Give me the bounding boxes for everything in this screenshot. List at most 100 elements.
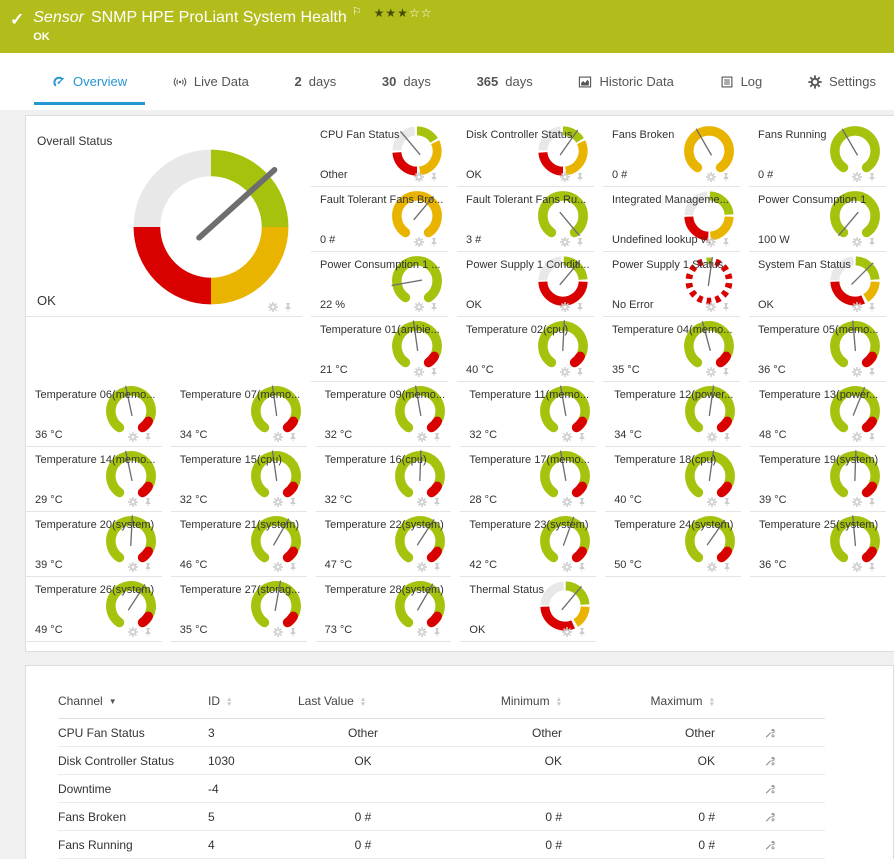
gear-icon[interactable] (852, 302, 862, 312)
gear-icon[interactable] (852, 237, 862, 247)
gear-icon[interactable] (707, 497, 717, 507)
tab-historic-data[interactable]: Historic Data (574, 53, 677, 110)
pin-icon[interactable] (867, 432, 877, 442)
tab-365-days[interactable]: 365days (473, 53, 537, 110)
gear-icon[interactable] (268, 302, 278, 312)
channel-settings-wrench-icon[interactable] (764, 782, 776, 796)
pin-icon[interactable] (722, 562, 732, 572)
column-header-id[interactable]: ID▲▼ (208, 688, 298, 719)
pin-icon[interactable] (143, 432, 153, 442)
pin-icon[interactable] (575, 237, 585, 247)
tab-settings[interactable]: Settings (804, 53, 880, 110)
pin-icon[interactable] (867, 497, 877, 507)
star-filled-icon[interactable]: ★ (397, 6, 409, 20)
pin-icon[interactable] (575, 302, 585, 312)
pin-icon[interactable] (867, 562, 877, 572)
gear-icon[interactable] (128, 432, 138, 442)
sort-both-icon[interactable]: ▲▼ (360, 697, 366, 707)
pin-icon[interactable] (575, 172, 585, 182)
pin-icon[interactable] (721, 172, 731, 182)
gear-icon[interactable] (852, 562, 862, 572)
pin-icon[interactable] (432, 497, 442, 507)
pin-icon[interactable] (432, 627, 442, 637)
pin-icon[interactable] (867, 172, 877, 182)
gear-icon[interactable] (562, 432, 572, 442)
pin-icon[interactable] (722, 497, 732, 507)
gear-icon[interactable] (852, 432, 862, 442)
gear-icon[interactable] (560, 237, 570, 247)
pin-icon[interactable] (429, 367, 439, 377)
pin-icon[interactable] (577, 562, 587, 572)
sort-both-icon[interactable]: ▲▼ (556, 697, 562, 707)
pin-icon[interactable] (429, 302, 439, 312)
gear-icon[interactable] (128, 497, 138, 507)
gear-icon[interactable] (273, 562, 283, 572)
gear-icon[interactable] (414, 237, 424, 247)
gear-icon[interactable] (273, 497, 283, 507)
gear-icon[interactable] (562, 562, 572, 572)
pin-icon[interactable] (577, 627, 587, 637)
pin-icon[interactable] (429, 172, 439, 182)
gear-icon[interactable] (852, 497, 862, 507)
channel-settings-wrench-icon[interactable] (764, 726, 776, 740)
pin-icon[interactable] (429, 237, 439, 247)
column-header-minimum[interactable]: Minimum▲▼ (428, 688, 562, 719)
gear-icon[interactable] (560, 172, 570, 182)
pin-icon[interactable] (288, 627, 298, 637)
sort-both-icon[interactable]: ▲▼ (226, 697, 232, 707)
pin-icon[interactable] (143, 627, 153, 637)
gear-icon[interactable] (560, 302, 570, 312)
gear-icon[interactable] (852, 367, 862, 377)
pin-icon[interactable] (867, 302, 877, 312)
gear-icon[interactable] (706, 367, 716, 377)
sort-desc-icon[interactable]: ▼ (109, 697, 117, 706)
pin-icon[interactable] (143, 497, 153, 507)
gear-icon[interactable] (417, 562, 427, 572)
gear-icon[interactable] (417, 497, 427, 507)
gear-icon[interactable] (562, 627, 572, 637)
pin-icon[interactable] (721, 302, 731, 312)
pin-icon[interactable] (721, 237, 731, 247)
column-header-last-value[interactable]: Last Value▲▼ (298, 688, 428, 719)
gear-icon[interactable] (706, 237, 716, 247)
pin-icon[interactable] (288, 562, 298, 572)
channel-settings-wrench-icon[interactable] (764, 754, 776, 768)
star-empty-icon[interactable]: ☆ (409, 6, 421, 20)
gear-icon[interactable] (414, 367, 424, 377)
flag-icon[interactable]: ⚐ (352, 5, 362, 18)
star-filled-icon[interactable]: ★ (385, 6, 397, 20)
pin-icon[interactable] (283, 302, 293, 312)
gear-icon[interactable] (706, 172, 716, 182)
pin-icon[interactable] (867, 367, 877, 377)
pin-icon[interactable] (288, 497, 298, 507)
tab-live-data[interactable]: Live Data (169, 53, 253, 110)
gear-icon[interactable] (417, 432, 427, 442)
gear-icon[interactable] (417, 627, 427, 637)
pin-icon[interactable] (143, 562, 153, 572)
channel-settings-wrench-icon[interactable] (764, 838, 776, 852)
gear-icon[interactable] (707, 432, 717, 442)
column-header-channel[interactable]: Channel▼ (58, 688, 208, 719)
pin-icon[interactable] (575, 367, 585, 377)
star-filled-icon[interactable]: ★ (374, 6, 386, 20)
tab-log[interactable]: Log (716, 53, 767, 110)
gear-icon[interactable] (273, 432, 283, 442)
sort-both-icon[interactable]: ▲▼ (709, 697, 715, 707)
tab-30-days[interactable]: 30days (378, 53, 435, 110)
pin-icon[interactable] (432, 562, 442, 572)
gear-icon[interactable] (706, 302, 716, 312)
gear-icon[interactable] (560, 367, 570, 377)
column-header-maximum[interactable]: Maximum▲▼ (562, 688, 715, 719)
pin-icon[interactable] (577, 432, 587, 442)
tab-2-days[interactable]: 2days (291, 53, 341, 110)
star-rating[interactable]: ★★★☆☆ (374, 6, 433, 20)
pin-icon[interactable] (577, 497, 587, 507)
gear-icon[interactable] (128, 562, 138, 572)
gear-icon[interactable] (562, 497, 572, 507)
star-empty-icon[interactable]: ☆ (421, 6, 433, 20)
pin-icon[interactable] (288, 432, 298, 442)
gear-icon[interactable] (852, 172, 862, 182)
gear-icon[interactable] (414, 302, 424, 312)
channel-settings-wrench-icon[interactable] (764, 810, 776, 824)
tab-overview[interactable]: Overview (48, 53, 131, 110)
